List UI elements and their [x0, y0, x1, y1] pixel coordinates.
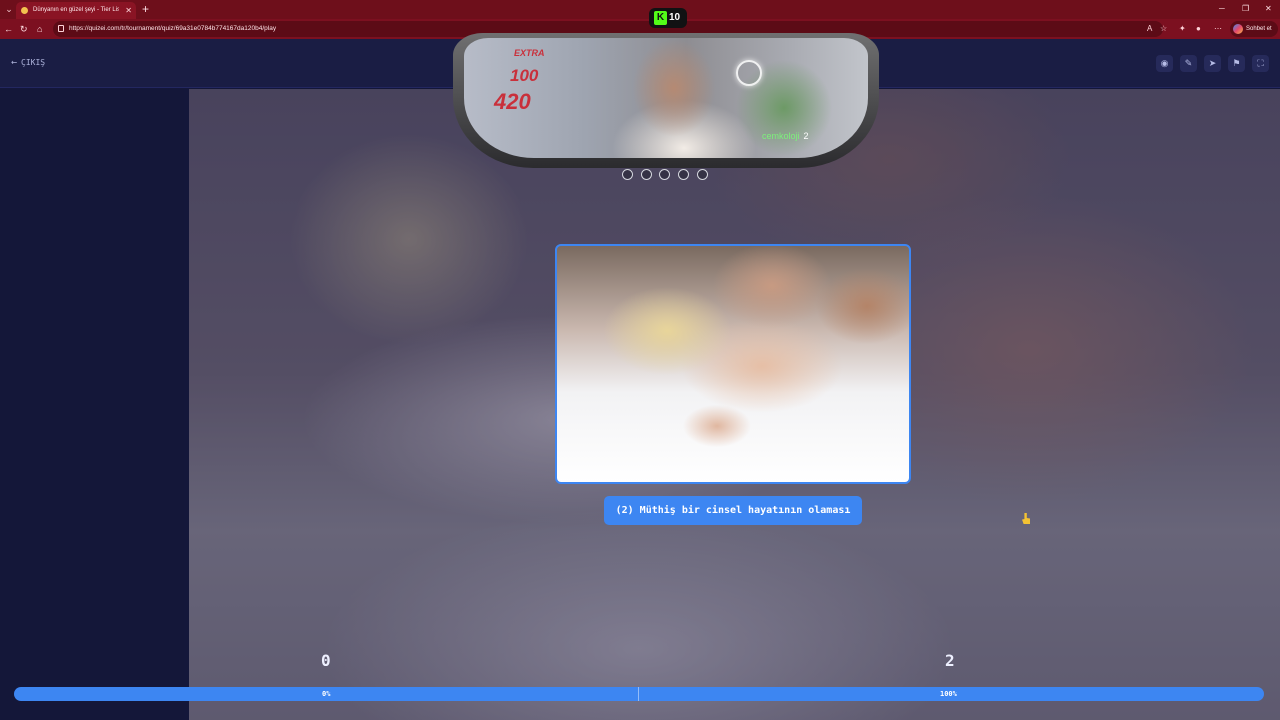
overlay-stat-2: 420 — [494, 89, 531, 114]
overlay-dot — [622, 169, 633, 180]
webcam-mirror-frame: EXTRA 100 420 cemkoloji 2 — [453, 33, 879, 168]
collections-icon[interactable]: ✦ — [1179, 23, 1186, 35]
copilot-label: Sohbet et — [1246, 26, 1272, 32]
browser-tab-active[interactable]: Dünyanın en güzel şeyi - Tier List… ✕ — [16, 2, 136, 19]
reload-icon[interactable]: ↻ — [20, 23, 28, 35]
kick-logo-icon: K — [654, 11, 667, 25]
lock-icon — [58, 25, 64, 32]
chat-username: cemkoloji — [762, 131, 800, 141]
kick-viewer-badge: K 10 — [649, 8, 687, 28]
webcam-video: EXTRA 100 420 cemkoloji 2 — [464, 38, 868, 158]
choice-card-image[interactable] — [555, 244, 911, 484]
right-score: 2 — [945, 651, 955, 670]
url-text[interactable]: https://quizei.com/tr/tournament/quiz/69… — [69, 23, 276, 35]
pencil-icon[interactable]: ✎ — [1180, 55, 1197, 72]
new-tab-button[interactable]: + — [142, 2, 149, 16]
overlay-dots — [622, 169, 712, 181]
overlay-dot — [678, 169, 689, 180]
choice-card-caption[interactable]: (2) Müthiş bir cinsel hayatının olaması — [604, 496, 862, 525]
fullscreen-icon[interactable]: ⛶ — [1252, 55, 1269, 72]
tab-close-icon[interactable]: ✕ — [125, 5, 132, 16]
profile-icon[interactable]: ● — [1196, 23, 1201, 35]
browser-tab-strip: ⌄ Dünyanın en güzel şeyi - Tier List… ✕ … — [0, 0, 1280, 19]
favorite-star-icon[interactable]: ☆ — [1160, 23, 1167, 35]
exit-label: ÇIKIŞ — [21, 58, 46, 67]
minimize-window-icon[interactable]: ─ — [1219, 3, 1225, 15]
overlay-dot — [641, 169, 652, 180]
more-menu-icon[interactable]: ⋯ — [1214, 23, 1222, 35]
restore-window-icon[interactable]: ❐ — [1242, 3, 1249, 15]
site-favicon-icon — [21, 7, 28, 14]
read-aloud-icon[interactable]: A — [1147, 23, 1152, 35]
overlay-dot — [659, 169, 670, 180]
copilot-chat-button[interactable]: Sohbet et — [1230, 21, 1278, 37]
overlay-extra-label: EXTRA — [514, 48, 545, 58]
overlay-dot — [697, 169, 708, 180]
glass-crack-icon — [736, 60, 762, 86]
overlay-chat-message: cemkoloji 2 — [762, 130, 809, 142]
left-score: 0 — [321, 651, 331, 670]
kick-badge-value: 10 — [669, 12, 681, 23]
progress-divider — [638, 687, 639, 701]
exit-button[interactable]: ← ÇIKIŞ — [11, 57, 45, 69]
right-percent: 100% — [940, 690, 957, 698]
overlay-stat-1: 100 — [510, 66, 539, 85]
send-icon[interactable]: ➤ — [1204, 55, 1221, 72]
flag-icon[interactable]: ⚑ — [1228, 55, 1245, 72]
arrow-left-icon: ← — [11, 57, 18, 68]
chat-text: 2 — [803, 131, 809, 141]
vote-progress-bar: 0% 100% — [14, 687, 1264, 701]
copilot-icon — [1233, 24, 1243, 34]
close-window-icon[interactable]: ✕ — [1265, 3, 1272, 15]
tab-actions-menu-icon[interactable]: ⌄ — [3, 4, 15, 15]
back-icon[interactable]: ← — [4, 23, 13, 35]
home-icon[interactable]: ⌂ — [37, 23, 42, 35]
left-sidebar — [0, 89, 184, 720]
tab-title: Dünyanın en güzel şeyi - Tier List… — [33, 7, 119, 13]
left-percent: 0% — [322, 690, 331, 698]
eye-icon[interactable]: ◉ — [1156, 55, 1173, 72]
